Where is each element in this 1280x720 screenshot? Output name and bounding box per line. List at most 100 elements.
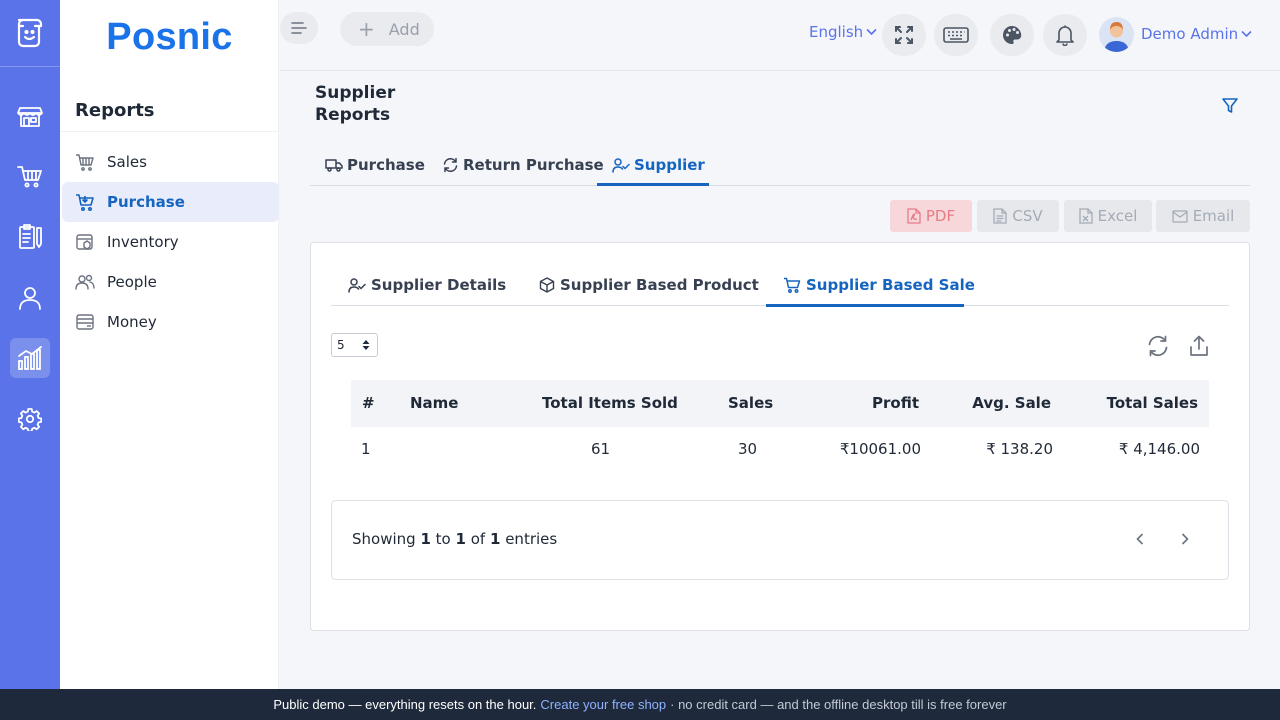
active-subtab-indicator (766, 304, 964, 307)
cart-icon (17, 163, 43, 189)
export-excel-button[interactable]: Excel (1064, 200, 1152, 232)
add-button[interactable]: + Add (340, 12, 434, 46)
rail-reports-button[interactable] (10, 338, 50, 378)
chevron-left-icon (1135, 531, 1145, 547)
box-icon (75, 232, 95, 252)
tab-supplier-based-sale[interactable]: Supplier Based Sale (783, 265, 975, 305)
column-header-name[interactable]: Name (410, 380, 458, 427)
pagination-suffix: entries (505, 530, 558, 548)
tab-purchase[interactable]: Purchase (325, 143, 425, 186)
banner-text: Public demo — everything resets on the h… (273, 697, 537, 712)
sidebar-item-inventory[interactable]: Inventory (62, 222, 279, 262)
cell-index: 1 (361, 440, 371, 458)
rail-cart-button[interactable] (10, 156, 50, 196)
pagination-bar: Showing 1 to 1 of 1 entries (331, 500, 1229, 580)
box-icon (539, 277, 555, 293)
export-label: Excel (1097, 207, 1138, 225)
fullscreen-button[interactable] (882, 14, 926, 56)
tab-label: Supplier Based Sale (806, 276, 975, 294)
export-csv-button[interactable]: CSV (977, 200, 1059, 232)
refresh-button[interactable] (1146, 335, 1170, 357)
cell-avg-sale: ₹ 138.20 (986, 440, 1053, 458)
chevron-down-icon (866, 28, 877, 36)
fullscreen-icon (893, 24, 915, 46)
demo-banner: Public demo — everything resets on the h… (0, 689, 1280, 720)
language-dropdown[interactable]: English (809, 23, 877, 41)
export-label: CSV (1012, 207, 1043, 225)
page-title: Supplier Reports (315, 83, 396, 125)
export-email-button[interactable]: Email (1156, 200, 1250, 232)
menu-icon (290, 20, 308, 36)
column-header-sales[interactable]: Sales (728, 380, 773, 427)
keyboard-button[interactable] (934, 14, 978, 56)
user-icon (17, 285, 43, 311)
cell-total-items-sold: 61 (591, 440, 611, 458)
sidebar-item-people[interactable]: People (62, 262, 279, 302)
column-header-profit[interactable]: Profit (872, 380, 919, 427)
supplier-subtabs: Supplier Details Supplier Based Product … (331, 265, 1229, 307)
pagination-from: 1 (420, 530, 431, 548)
page-size-value: 5 (337, 338, 345, 352)
sidebar-item-label: Inventory (107, 233, 179, 251)
chevron-right-icon (1180, 531, 1190, 547)
rail-clipboard-button[interactable] (10, 217, 50, 257)
file-excel-icon (1078, 208, 1093, 224)
sidebar-item-sales[interactable]: Sales (62, 142, 279, 182)
cell-sales: 30 (738, 440, 758, 458)
pagination-prefix: Showing (352, 530, 416, 548)
table-row[interactable]: 1 61 30 ₹10061.00 ₹ 138.20 ₹ 4,146.00 (351, 427, 1209, 472)
logo-icon[interactable] (10, 12, 50, 52)
pagination-to: 1 (455, 530, 466, 548)
column-header-index[interactable]: # (362, 380, 375, 427)
brand-logo[interactable]: Posnic (60, 16, 279, 59)
theme-button[interactable] (990, 14, 1034, 56)
export-label: PDF (925, 207, 956, 225)
previous-page-button[interactable] (1135, 531, 1145, 547)
upload-icon (1189, 335, 1209, 357)
refresh-icon (442, 157, 459, 173)
export-pdf-button[interactable]: PDF (890, 200, 972, 232)
table-header: # Name Total Items Sold Sales Profit Avg… (351, 380, 1209, 427)
report-tabs: Purchase Return Purchase Supplier (310, 143, 1250, 186)
notifications-button[interactable] (1043, 14, 1087, 56)
sidebar-item-purchase[interactable]: Purchase (62, 182, 279, 222)
pagination-info: Showing 1 to 1 of 1 entries (352, 530, 557, 548)
tab-supplier-based-product[interactable]: Supplier Based Product (539, 265, 759, 305)
sidebar-item-money[interactable]: Money (62, 302, 279, 342)
filter-icon[interactable] (1221, 97, 1239, 115)
cell-total-sales: ₹ 4,146.00 (1118, 440, 1200, 458)
rail-divider (0, 66, 60, 67)
cell-profit: ₹10061.00 (839, 440, 921, 458)
user-menu[interactable]: Demo Admin (1141, 25, 1252, 43)
store-icon (17, 103, 43, 129)
add-label: Add (388, 19, 420, 39)
reports-sidebar: Posnic Reports Sales Purchase Inventory … (60, 0, 279, 689)
rail-store-button[interactable] (10, 96, 50, 136)
page-size-select[interactable]: 5 (331, 333, 378, 357)
sort-caret-icon (362, 339, 370, 351)
column-header-total-sales[interactable]: Total Sales (1107, 380, 1198, 427)
sidebar-item-label: Purchase (107, 193, 185, 211)
tab-supplier-details[interactable]: Supplier Details (348, 265, 506, 305)
rail-settings-button[interactable] (10, 399, 50, 439)
pagination-total: 1 (489, 530, 501, 548)
tab-supplier[interactable]: Supplier (612, 143, 705, 186)
tab-return-purchase[interactable]: Return Purchase (442, 143, 604, 186)
create-shop-link[interactable]: Create your free shop (540, 697, 666, 712)
basket-icon (75, 152, 95, 172)
column-header-total-items-sold[interactable]: Total Items Sold (542, 380, 678, 427)
file-pdf-icon (907, 208, 921, 224)
menu-toggle-button[interactable] (280, 12, 318, 44)
palette-icon (1001, 24, 1023, 46)
money-icon (75, 312, 95, 332)
refresh-icon (1146, 335, 1170, 357)
rail-user-button[interactable] (10, 278, 50, 318)
user-check-icon (348, 277, 366, 293)
export-table-button[interactable] (1189, 335, 1209, 357)
cart-icon (783, 277, 801, 293)
next-page-button[interactable] (1180, 531, 1190, 547)
sidebar-title: Reports (75, 100, 155, 121)
top-bar: + Add English Demo Admin (280, 0, 1280, 71)
column-header-avg-sale[interactable]: Avg. Sale (972, 380, 1051, 427)
avatar[interactable] (1099, 17, 1134, 52)
